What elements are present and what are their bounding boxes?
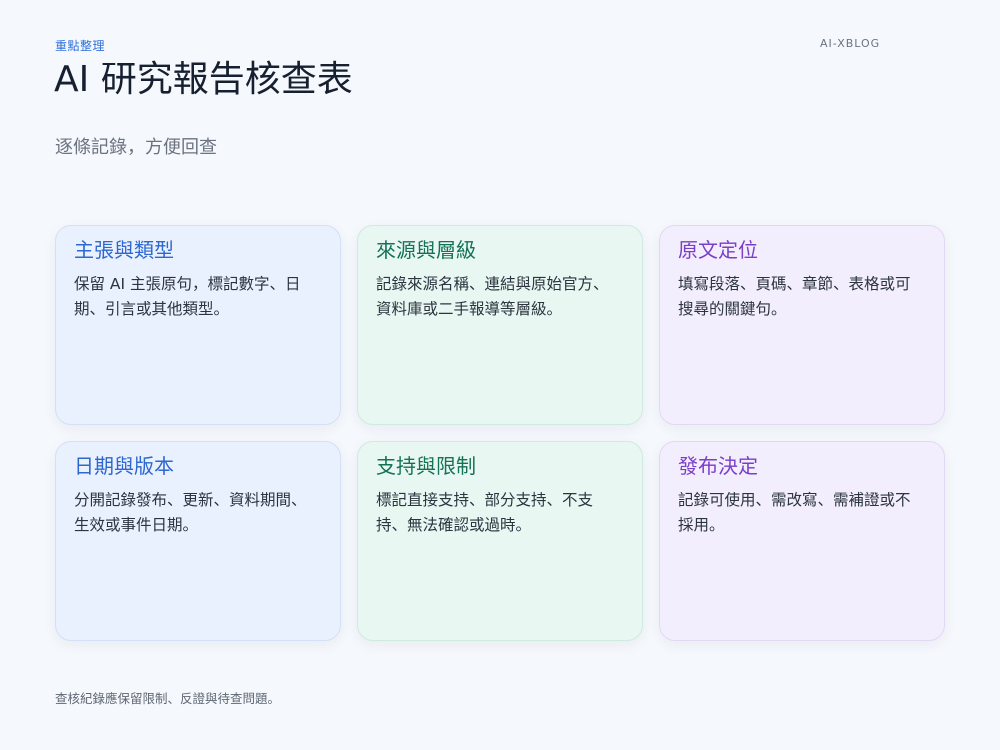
card-original-location: 原文定位 填寫段落、頁碼、章節、表格或可搜尋的關鍵句。	[659, 225, 945, 425]
card-title: 支持與限制	[376, 454, 476, 478]
card-publish-decision: 發布決定 記錄可使用、需改寫、需補證或不採用。	[659, 441, 945, 641]
card-body: 記錄可使用、需改寫、需補證或不採用。	[678, 491, 911, 534]
card-support-limits: 支持與限制 標記直接支持、部分支持、不支持、無法確認或過時。	[357, 441, 643, 641]
card-title: 來源與層級	[376, 238, 476, 262]
page-subtitle: 逐條記錄，方便回查	[55, 137, 217, 158]
page-title: AI 研究報告核查表	[54, 59, 353, 100]
eyebrow-label: 重點整理	[55, 39, 106, 53]
card-body: 填寫段落、頁碼、章節、表格或可搜尋的關鍵句。	[678, 275, 911, 318]
card-title: 原文定位	[678, 238, 758, 262]
card-source-level: 來源與層級 記錄來源名稱、連結與原始官方、資料庫或二手報導等層級。	[357, 225, 643, 425]
brand-label: AI-XBLOG	[820, 37, 881, 50]
card-body: 標記直接支持、部分支持、不支持、無法確認或過時。	[376, 491, 594, 534]
card-body: 記錄來源名稱、連結與原始官方、資料庫或二手報導等層級。	[376, 275, 609, 318]
card-date-version: 日期與版本 分開記錄發布、更新、資料期間、生效或事件日期。	[55, 441, 341, 641]
footer-note: 查核紀錄應保留限制、反證與待查問題。	[55, 691, 281, 706]
card-claim-type: 主張與類型 保留 AI 主張原句，標記數字、日期、引言或其他類型。	[55, 225, 341, 425]
card-title: 主張與類型	[74, 238, 174, 262]
card-title: 日期與版本	[74, 454, 174, 478]
checklist-grid: 主張與類型 保留 AI 主張原句，標記數字、日期、引言或其他類型。 來源與層級 …	[55, 225, 945, 641]
card-body: 分開記錄發布、更新、資料期間、生效或事件日期。	[74, 491, 307, 534]
card-body: 保留 AI 主張原句，標記數字、日期、引言或其他類型。	[74, 275, 301, 318]
card-title: 發布決定	[678, 454, 758, 478]
